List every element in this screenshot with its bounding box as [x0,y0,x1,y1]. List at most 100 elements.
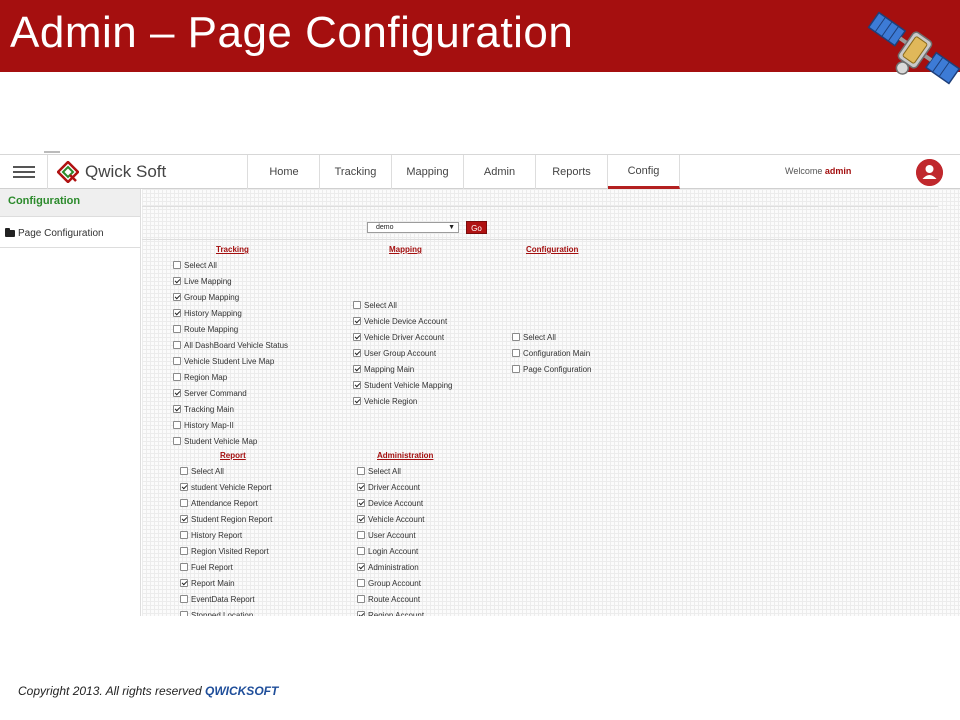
mapping-checkbox-row[interactable]: Vehicle Device Account [353,315,447,327]
checkbox[interactable] [353,301,361,309]
checkbox[interactable] [173,373,181,381]
tracking-checkbox-row[interactable]: History Map-II [173,419,234,431]
account-select-value: demo [376,224,394,231]
checkbox[interactable] [173,261,181,269]
tracking-checkbox-row[interactable]: Student Vehicle Map [173,435,257,447]
nav-item-mapping[interactable]: Mapping [392,155,464,189]
administration-checkbox-row[interactable]: Administration [357,561,419,573]
nav-item-reports[interactable]: Reports [536,155,608,189]
administration-checkbox-row[interactable]: Group Account [357,577,421,589]
checkbox[interactable] [357,563,365,571]
checkbox[interactable] [512,333,520,341]
checkbox[interactable] [180,483,188,491]
administration-checkbox-row[interactable]: Route Account [357,593,420,605]
checkbox[interactable] [353,365,361,373]
checkbox[interactable] [357,467,365,475]
mapping-checkbox-row[interactable]: User Group Account [353,347,436,359]
checkbox[interactable] [357,547,365,555]
checkbox[interactable] [353,397,361,405]
report-checkbox-row[interactable]: Stopped Location [180,609,253,616]
administration-checkbox-row[interactable]: Vehicle Account [357,513,424,525]
checkbox[interactable] [180,611,188,616]
administration-checkbox-row[interactable]: Login Account [357,545,418,557]
account-select[interactable]: demo ▼ [367,222,459,233]
report-checkbox-row[interactable]: Region Visited Report [180,545,269,557]
checkbox[interactable] [512,349,520,357]
mapping-checkbox-row[interactable]: Select All [353,299,397,311]
administration-checkbox-row[interactable]: Region Account [357,609,424,616]
mapping-checkbox-row[interactable]: Vehicle Driver Account [353,331,444,343]
administration-checkbox-row[interactable]: Device Account [357,497,423,509]
checkbox[interactable] [353,317,361,325]
checkbox[interactable] [173,325,181,333]
checkbox[interactable] [180,547,188,555]
checkbox[interactable] [357,595,365,603]
report-checkbox-row[interactable]: Attendance Report [180,497,258,509]
checkbox[interactable] [173,405,181,413]
configuration-checkbox-row[interactable]: Select All [512,331,556,343]
group-title-configuration: Configuration [526,245,579,254]
tracking-checkbox-row[interactable]: Select All [173,259,217,271]
tracking-checkbox-row[interactable]: Route Mapping [173,323,238,335]
configuration-checkbox-row[interactable]: Configuration Main [512,347,590,359]
administration-checkbox-row[interactable]: Select All [357,465,401,477]
checkbox[interactable] [173,309,181,317]
checkbox[interactable] [180,467,188,475]
mapping-checkbox-row[interactable]: Student Vehicle Mapping [353,379,453,391]
checkbox[interactable] [173,357,181,365]
report-checkbox-row[interactable]: Select All [180,465,224,477]
checkbox-label: All DashBoard Vehicle Status [184,340,289,350]
report-checkbox-row[interactable]: Report Main [180,577,235,589]
checkbox[interactable] [357,531,365,539]
tracking-checkbox-row[interactable]: Group Mapping [173,291,239,303]
checkbox[interactable] [180,531,188,539]
tracking-checkbox-row[interactable]: Server Command [173,387,247,399]
checkbox[interactable] [353,349,361,357]
checkbox[interactable] [173,277,181,285]
checkbox[interactable] [173,389,181,397]
sidebar-item-page-configuration[interactable]: Page Configuration [0,220,140,248]
checkbox[interactable] [173,293,181,301]
hamburger-menu-icon[interactable] [0,155,48,189]
report-checkbox-row[interactable]: EventData Report [180,593,255,605]
checkbox-label: Region Visited Report [191,546,269,556]
checkbox[interactable] [357,499,365,507]
report-checkbox-row[interactable]: Student Region Report [180,513,272,525]
checkbox[interactable] [353,333,361,341]
checkbox[interactable] [357,611,365,616]
nav-item-home[interactable]: Home [249,155,320,189]
tracking-checkbox-row[interactable]: Tracking Main [173,403,234,415]
mapping-checkbox-row[interactable]: Mapping Main [353,363,414,375]
tracking-checkbox-row[interactable]: History Mapping [173,307,242,319]
checkbox[interactable] [357,579,365,587]
checkbox[interactable] [173,341,181,349]
checkbox[interactable] [173,421,181,429]
nav-item-tracking[interactable]: Tracking [320,155,392,189]
checkbox[interactable] [180,499,188,507]
administration-checkbox-row[interactable]: Driver Account [357,481,420,493]
tracking-checkbox-row[interactable]: Live Mapping [173,275,232,287]
tracking-checkbox-row[interactable]: Region Map [173,371,227,383]
checkbox[interactable] [180,563,188,571]
checkbox[interactable] [180,595,188,603]
mapping-checkbox-row[interactable]: Vehicle Region [353,395,417,407]
checkbox[interactable] [180,579,188,587]
brand[interactable]: Qwick Soft [52,155,248,189]
checkbox[interactable] [173,437,181,445]
checkbox[interactable] [353,381,361,389]
nav-item-admin[interactable]: Admin [464,155,536,189]
checkbox[interactable] [357,483,365,491]
administration-checkbox-row[interactable]: User Account [357,529,416,541]
report-checkbox-row[interactable]: History Report [180,529,242,541]
checkbox[interactable] [512,365,520,373]
report-checkbox-row[interactable]: student Vehicle Report [180,481,272,493]
tracking-checkbox-row[interactable]: All DashBoard Vehicle Status [173,339,288,351]
checkbox[interactable] [357,515,365,523]
configuration-checkbox-row[interactable]: Page Configuration [512,363,592,375]
report-checkbox-row[interactable]: Fuel Report [180,561,233,573]
go-button[interactable]: Go [466,221,487,234]
checkbox[interactable] [180,515,188,523]
nav-item-config[interactable]: Config [608,155,680,189]
user-avatar-icon[interactable] [916,159,943,186]
tracking-checkbox-row[interactable]: Vehicle Student Live Map [173,355,274,367]
